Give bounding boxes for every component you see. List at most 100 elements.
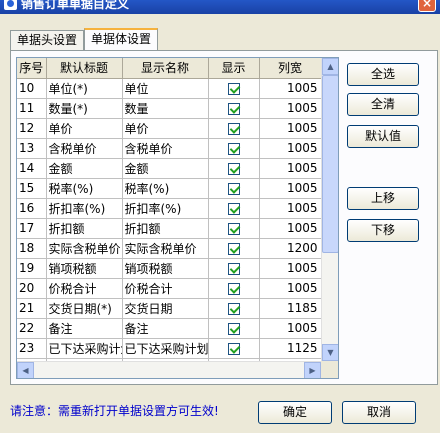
display-name-cell[interactable]: 备注: [122, 318, 209, 339]
show-checkbox-cell: [208, 278, 260, 299]
column-width-cell[interactable]: 1005: [259, 78, 322, 99]
show-checkbox[interactable]: [227, 102, 240, 115]
column-width-cell[interactable]: 1005: [259, 258, 322, 279]
column-width-cell[interactable]: 1005: [259, 218, 322, 239]
column-width-cell[interactable]: 1185: [259, 298, 322, 319]
cancel-button[interactable]: 取消: [342, 401, 416, 424]
table-row[interactable]: 14 金额 金额 1005: [17, 158, 322, 179]
column-grid[interactable]: 序号 默认标题 显示名称 显示 列宽 10 单位(*) 单位 1005 11 数量(*) 数…: [16, 57, 339, 379]
scroll-right-button[interactable]: ▶: [304, 362, 321, 378]
tab-body-settings[interactable]: 单据体设置: [84, 28, 159, 50]
show-checkbox[interactable]: [227, 262, 240, 275]
display-name-cell[interactable]: 数量: [122, 98, 209, 119]
display-name-cell[interactable]: 金额: [122, 158, 209, 179]
show-checkbox[interactable]: [227, 182, 240, 195]
display-name-cell[interactable]: 已下达采购计划: [122, 338, 209, 359]
show-checkbox[interactable]: [227, 122, 240, 135]
display-name-cell[interactable]: 税率(%): [122, 178, 209, 199]
table-row[interactable]: 20 价税合计 价税合计 1005: [17, 278, 322, 299]
show-checkbox[interactable]: [227, 202, 240, 215]
display-name-cell[interactable]: 价税合计: [122, 278, 209, 299]
table-row[interactable]: 16 折扣率(%) 折扣率(%) 1005: [17, 198, 322, 219]
column-width-cell[interactable]: 1005: [259, 118, 322, 139]
scroll-thumb[interactable]: [322, 75, 338, 253]
display-name-cell[interactable]: 含税单价: [122, 138, 209, 159]
show-checkbox[interactable]: [227, 282, 240, 295]
tab-header-settings[interactable]: 单据头设置: [10, 30, 85, 50]
header-show[interactable]: 显示: [208, 58, 260, 79]
select-all-button[interactable]: 全选: [347, 63, 419, 86]
show-checkbox[interactable]: [227, 222, 240, 235]
display-name-cell[interactable]: 实际含税单价: [122, 238, 209, 259]
show-checkbox[interactable]: [227, 82, 240, 95]
default-title-cell: 单价: [46, 118, 123, 139]
move-up-button[interactable]: 上移: [347, 187, 419, 210]
clear-all-button[interactable]: 全清: [347, 93, 419, 116]
default-title-cell: 交货日期(*): [46, 298, 123, 319]
display-name-cell[interactable]: 交货日期: [122, 298, 209, 319]
header-no[interactable]: 序号: [17, 58, 47, 79]
scroll-left-button[interactable]: ◀: [17, 362, 34, 378]
table-row[interactable]: 15 税率(%) 税率(%) 1005: [17, 178, 322, 199]
show-checkbox[interactable]: [227, 302, 240, 315]
default-title-cell: 已下达采购计划: [46, 338, 123, 359]
row-number: 18: [17, 238, 47, 259]
column-width-cell[interactable]: 1005: [259, 178, 322, 199]
scroll-up-button[interactable]: ▲: [322, 58, 338, 75]
show-checkbox-cell: [208, 318, 260, 339]
window-title: 销售订单单据目定义: [21, 0, 130, 11]
show-checkbox[interactable]: [227, 342, 240, 355]
show-checkbox[interactable]: [227, 242, 240, 255]
default-title-cell: 价税合计: [46, 278, 123, 299]
display-name-cell[interactable]: 单位: [122, 78, 209, 99]
show-checkbox-cell: [208, 118, 260, 139]
vertical-scrollbar[interactable]: ▲ ▼: [321, 58, 338, 361]
ok-button[interactable]: 确定: [258, 401, 332, 424]
display-name-cell[interactable]: 单价: [122, 118, 209, 139]
move-down-button[interactable]: 下移: [347, 219, 419, 242]
table-row[interactable]: 18 实际含税单价 实际含税单价 1200: [17, 238, 322, 259]
row-number: 15: [17, 178, 47, 199]
column-width-cell[interactable]: 1125: [259, 338, 322, 359]
horizontal-scrollbar[interactable]: ◀ ▶: [17, 361, 321, 378]
table-row[interactable]: 21 交货日期(*) 交货日期 1185: [17, 298, 322, 319]
header-display-name[interactable]: 显示名称: [122, 58, 209, 79]
row-number: 22: [17, 318, 47, 339]
display-name-cell[interactable]: 销项税额: [122, 258, 209, 279]
column-width-cell[interactable]: 1005: [259, 138, 322, 159]
table-row[interactable]: 23已下达采购计划已下达采购计划1125: [17, 338, 322, 359]
table-row[interactable]: 22 备注 备注 1005: [17, 318, 322, 339]
default-title-cell: 销项税额: [46, 258, 123, 279]
display-name-cell[interactable]: 折扣率(%): [122, 198, 209, 219]
row-number: 10: [17, 78, 47, 99]
column-width-cell[interactable]: 1005: [259, 158, 322, 179]
column-width-cell[interactable]: 1005: [259, 98, 322, 119]
close-button[interactable]: ×: [418, 0, 436, 12]
column-width-cell[interactable]: 1005: [259, 318, 322, 339]
scroll-down-button[interactable]: ▼: [322, 344, 338, 361]
column-width-cell[interactable]: 1200: [259, 238, 322, 259]
row-number: 23: [17, 338, 47, 359]
table-row[interactable]: 17 折扣额 折扣额 1005: [17, 218, 322, 239]
show-checkbox-cell: [208, 198, 260, 219]
column-width-cell[interactable]: 1005: [259, 198, 322, 219]
column-width-cell[interactable]: 1005: [259, 278, 322, 299]
default-value-button[interactable]: 默认值: [347, 125, 419, 148]
table-row[interactable]: 10 单位(*) 单位 1005: [17, 78, 322, 99]
title-bar: 销售订单单据目定义 ×: [0, 0, 440, 14]
header-width[interactable]: 列宽: [259, 58, 322, 79]
show-checkbox[interactable]: [227, 162, 240, 175]
grid-table: 序号 默认标题 显示名称 显示 列宽 10 单位(*) 单位 1005 11 数量(*) 数…: [17, 58, 322, 378]
show-checkbox-cell: [208, 218, 260, 239]
show-checkbox[interactable]: [227, 142, 240, 155]
default-title-cell: 含税单价: [46, 138, 123, 159]
header-default-title[interactable]: 默认标题: [46, 58, 123, 79]
table-row[interactable]: 13 含税单价 含税单价 1005: [17, 138, 322, 159]
show-checkbox[interactable]: [227, 322, 240, 335]
row-number: 14: [17, 158, 47, 179]
display-name-cell[interactable]: 折扣额: [122, 218, 209, 239]
table-row[interactable]: 11 数量(*) 数量 1005: [17, 98, 322, 119]
table-row[interactable]: 12 单价 单价 1005: [17, 118, 322, 139]
row-number: 11: [17, 98, 47, 119]
table-row[interactable]: 19 销项税额 销项税额 1005: [17, 258, 322, 279]
